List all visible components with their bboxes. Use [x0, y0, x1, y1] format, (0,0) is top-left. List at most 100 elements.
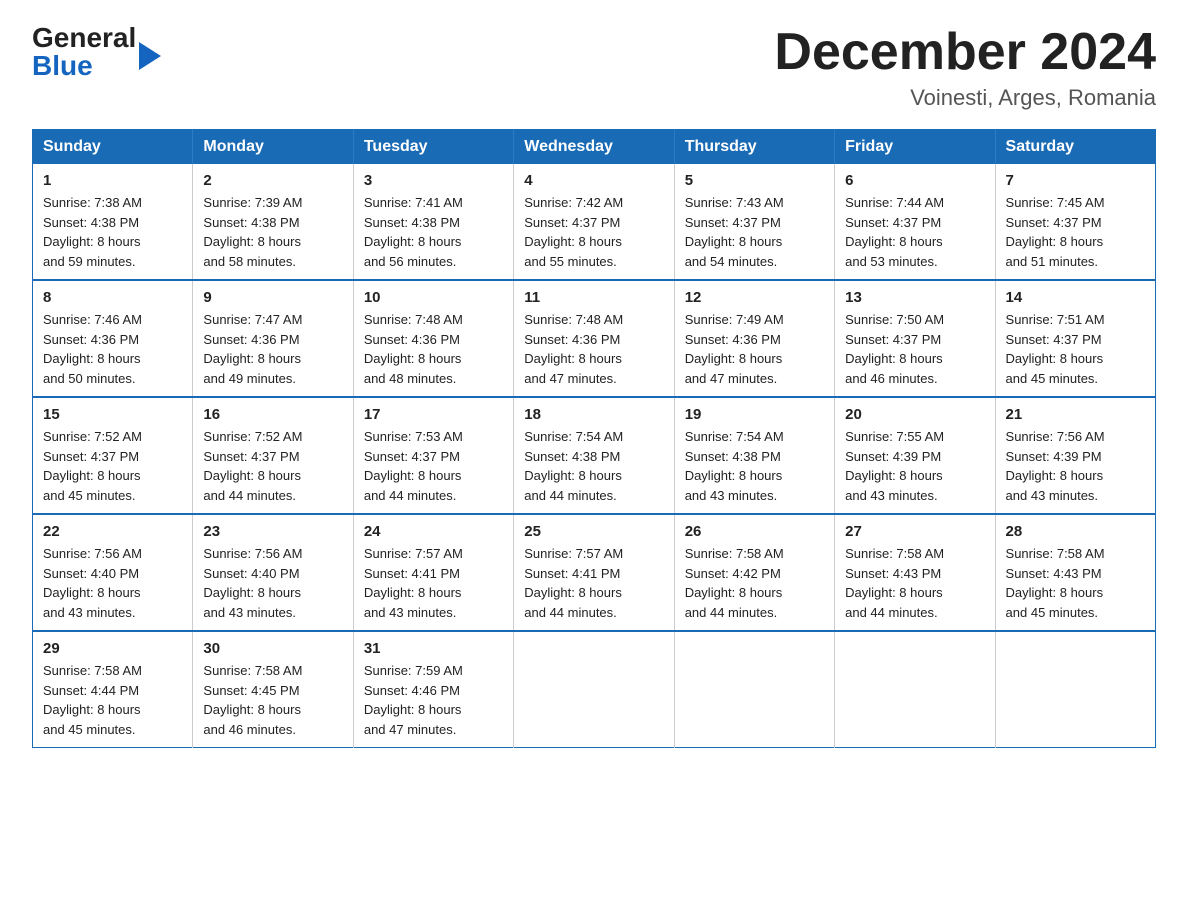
sunrise-label: Sunrise: 7:51 AM — [1006, 312, 1105, 327]
day-info: Sunrise: 7:48 AM Sunset: 4:36 PM Dayligh… — [364, 310, 503, 388]
daylight-label: Daylight: 8 hours — [845, 234, 943, 249]
calendar-cell — [514, 631, 674, 748]
sunrise-label: Sunrise: 7:56 AM — [43, 546, 142, 561]
daylight-minutes: and 47 minutes. — [364, 722, 457, 737]
day-info: Sunrise: 7:54 AM Sunset: 4:38 PM Dayligh… — [524, 427, 663, 505]
sunset-label: Sunset: 4:37 PM — [845, 215, 941, 230]
daylight-label: Daylight: 8 hours — [1006, 234, 1104, 249]
daylight-minutes: and 43 minutes. — [845, 488, 938, 503]
sunrise-label: Sunrise: 7:55 AM — [845, 429, 944, 444]
sunset-label: Sunset: 4:39 PM — [845, 449, 941, 464]
day-number: 10 — [364, 289, 503, 306]
sunset-label: Sunset: 4:38 PM — [685, 449, 781, 464]
daylight-label: Daylight: 8 hours — [524, 351, 622, 366]
sunset-label: Sunset: 4:38 PM — [524, 449, 620, 464]
sunset-label: Sunset: 4:38 PM — [43, 215, 139, 230]
calendar-cell: 18 Sunrise: 7:54 AM Sunset: 4:38 PM Dayl… — [514, 397, 674, 514]
day-info: Sunrise: 7:53 AM Sunset: 4:37 PM Dayligh… — [364, 427, 503, 505]
calendar-cell: 23 Sunrise: 7:56 AM Sunset: 4:40 PM Dayl… — [193, 514, 353, 631]
day-info: Sunrise: 7:58 AM Sunset: 4:44 PM Dayligh… — [43, 661, 182, 739]
calendar-week-4: 22 Sunrise: 7:56 AM Sunset: 4:40 PM Dayl… — [33, 514, 1156, 631]
daylight-label: Daylight: 8 hours — [685, 468, 783, 483]
day-number: 21 — [1006, 406, 1145, 423]
daylight-label: Daylight: 8 hours — [203, 702, 301, 717]
day-number: 9 — [203, 289, 342, 306]
day-number: 25 — [524, 523, 663, 540]
day-number: 22 — [43, 523, 182, 540]
daylight-minutes: and 47 minutes. — [524, 371, 617, 386]
sunset-label: Sunset: 4:37 PM — [845, 332, 941, 347]
day-info: Sunrise: 7:56 AM Sunset: 4:40 PM Dayligh… — [203, 544, 342, 622]
daylight-minutes: and 44 minutes. — [524, 488, 617, 503]
sunrise-label: Sunrise: 7:52 AM — [203, 429, 302, 444]
calendar-cell: 15 Sunrise: 7:52 AM Sunset: 4:37 PM Dayl… — [33, 397, 193, 514]
sunrise-label: Sunrise: 7:53 AM — [364, 429, 463, 444]
daylight-label: Daylight: 8 hours — [845, 468, 943, 483]
day-info: Sunrise: 7:39 AM Sunset: 4:38 PM Dayligh… — [203, 193, 342, 271]
day-info: Sunrise: 7:48 AM Sunset: 4:36 PM Dayligh… — [524, 310, 663, 388]
daylight-label: Daylight: 8 hours — [364, 585, 462, 600]
sunset-label: Sunset: 4:37 PM — [524, 215, 620, 230]
daylight-label: Daylight: 8 hours — [43, 351, 141, 366]
day-number: 16 — [203, 406, 342, 423]
sunset-label: Sunset: 4:43 PM — [845, 566, 941, 581]
sunset-label: Sunset: 4:37 PM — [1006, 215, 1102, 230]
calendar-week-1: 1 Sunrise: 7:38 AM Sunset: 4:38 PM Dayli… — [33, 164, 1156, 280]
day-info: Sunrise: 7:43 AM Sunset: 4:37 PM Dayligh… — [685, 193, 824, 271]
daylight-label: Daylight: 8 hours — [524, 585, 622, 600]
day-info: Sunrise: 7:45 AM Sunset: 4:37 PM Dayligh… — [1006, 193, 1145, 271]
daylight-label: Daylight: 8 hours — [203, 234, 301, 249]
calendar-table: SundayMondayTuesdayWednesdayThursdayFrid… — [32, 129, 1156, 748]
sunrise-label: Sunrise: 7:42 AM — [524, 195, 623, 210]
calendar-cell: 19 Sunrise: 7:54 AM Sunset: 4:38 PM Dayl… — [674, 397, 834, 514]
daylight-minutes: and 43 minutes. — [43, 605, 136, 620]
daylight-minutes: and 51 minutes. — [1006, 254, 1099, 269]
day-info: Sunrise: 7:41 AM Sunset: 4:38 PM Dayligh… — [364, 193, 503, 271]
daylight-label: Daylight: 8 hours — [43, 702, 141, 717]
calendar-cell: 24 Sunrise: 7:57 AM Sunset: 4:41 PM Dayl… — [353, 514, 513, 631]
calendar-cell: 7 Sunrise: 7:45 AM Sunset: 4:37 PM Dayli… — [995, 164, 1155, 280]
sunset-label: Sunset: 4:36 PM — [364, 332, 460, 347]
sunrise-label: Sunrise: 7:52 AM — [43, 429, 142, 444]
day-number: 19 — [685, 406, 824, 423]
calendar-cell: 2 Sunrise: 7:39 AM Sunset: 4:38 PM Dayli… — [193, 164, 353, 280]
sunset-label: Sunset: 4:40 PM — [203, 566, 299, 581]
daylight-label: Daylight: 8 hours — [43, 585, 141, 600]
calendar-location: Voinesti, Arges, Romania — [774, 85, 1156, 111]
day-number: 26 — [685, 523, 824, 540]
sunset-label: Sunset: 4:36 PM — [203, 332, 299, 347]
page-header: General Blue December 2024 Voinesti, Arg… — [32, 24, 1156, 111]
sunrise-label: Sunrise: 7:57 AM — [364, 546, 463, 561]
daylight-minutes: and 58 minutes. — [203, 254, 296, 269]
day-info: Sunrise: 7:51 AM Sunset: 4:37 PM Dayligh… — [1006, 310, 1145, 388]
day-info: Sunrise: 7:54 AM Sunset: 4:38 PM Dayligh… — [685, 427, 824, 505]
sunset-label: Sunset: 4:41 PM — [364, 566, 460, 581]
column-header-thursday: Thursday — [674, 130, 834, 165]
sunrise-label: Sunrise: 7:54 AM — [524, 429, 623, 444]
daylight-label: Daylight: 8 hours — [1006, 351, 1104, 366]
sunset-label: Sunset: 4:41 PM — [524, 566, 620, 581]
sunset-label: Sunset: 4:45 PM — [203, 683, 299, 698]
sunset-label: Sunset: 4:43 PM — [1006, 566, 1102, 581]
daylight-minutes: and 44 minutes. — [685, 605, 778, 620]
sunrise-label: Sunrise: 7:48 AM — [524, 312, 623, 327]
calendar-cell: 27 Sunrise: 7:58 AM Sunset: 4:43 PM Dayl… — [835, 514, 995, 631]
daylight-minutes: and 47 minutes. — [685, 371, 778, 386]
day-info: Sunrise: 7:58 AM Sunset: 4:43 PM Dayligh… — [845, 544, 984, 622]
sunset-label: Sunset: 4:37 PM — [43, 449, 139, 464]
day-number: 13 — [845, 289, 984, 306]
daylight-minutes: and 59 minutes. — [43, 254, 136, 269]
daylight-minutes: and 43 minutes. — [203, 605, 296, 620]
calendar-cell: 17 Sunrise: 7:53 AM Sunset: 4:37 PM Dayl… — [353, 397, 513, 514]
day-number: 7 — [1006, 172, 1145, 189]
daylight-minutes: and 55 minutes. — [524, 254, 617, 269]
day-number: 29 — [43, 640, 182, 657]
column-header-saturday: Saturday — [995, 130, 1155, 165]
calendar-cell: 4 Sunrise: 7:42 AM Sunset: 4:37 PM Dayli… — [514, 164, 674, 280]
sunset-label: Sunset: 4:46 PM — [364, 683, 460, 698]
daylight-minutes: and 56 minutes. — [364, 254, 457, 269]
logo-blue: Blue — [32, 52, 136, 80]
daylight-minutes: and 44 minutes. — [524, 605, 617, 620]
calendar-cell: 16 Sunrise: 7:52 AM Sunset: 4:37 PM Dayl… — [193, 397, 353, 514]
daylight-minutes: and 43 minutes. — [685, 488, 778, 503]
